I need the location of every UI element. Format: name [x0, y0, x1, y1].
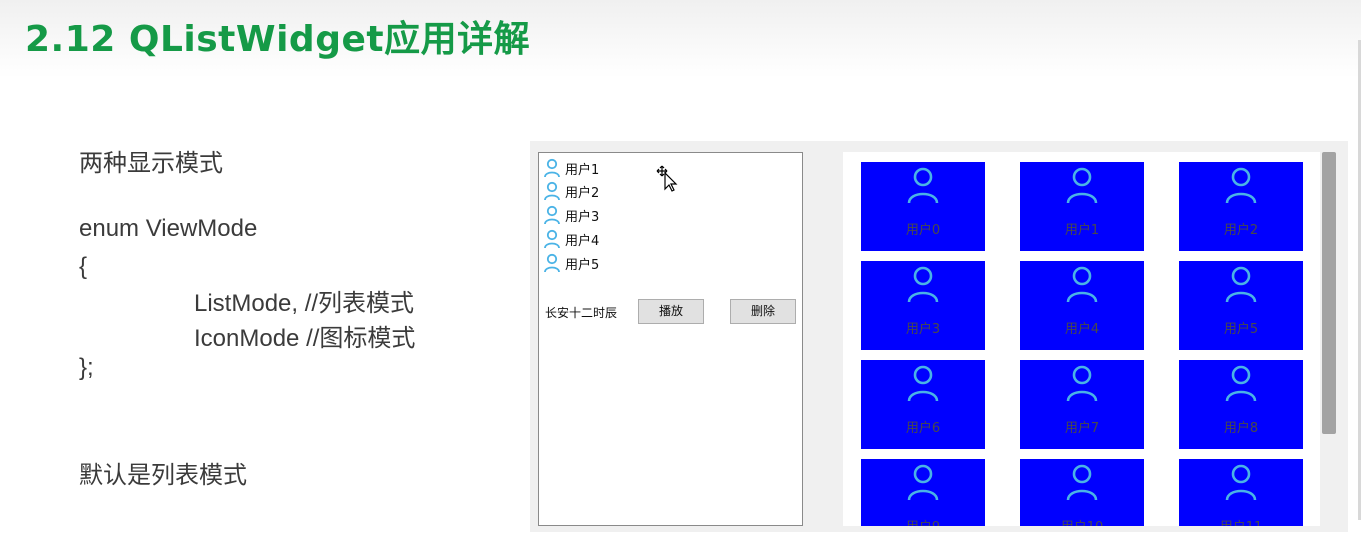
title-input[interactable]: 长安十二时辰 — [545, 303, 625, 323]
tile-label: 用户5 — [1223, 322, 1259, 337]
default-mode-note: 默认是列表模式 — [79, 461, 247, 489]
user-icon — [1066, 464, 1098, 501]
icon-tile[interactable]: 用户4 — [1020, 261, 1144, 350]
tile-label: 用户4 — [1064, 322, 1100, 337]
tile-label: 用户10 — [1020, 516, 1144, 526]
tile-label: 用户2 — [1223, 223, 1259, 238]
user-icon — [1225, 464, 1257, 501]
user-icon — [907, 365, 939, 402]
listmode-line: ListMode, //列表模式 — [194, 290, 415, 317]
list-item[interactable]: 用户5 — [543, 252, 599, 274]
slide-title: 2.12 QListWidget应用详解 — [25, 19, 531, 60]
play-button[interactable]: 播放 — [638, 299, 704, 324]
list-item-label: 用户5 — [565, 257, 600, 273]
user-icon — [1066, 167, 1098, 204]
list-item-label: 用户4 — [565, 233, 600, 249]
tile-label: 用户3 — [905, 322, 941, 337]
user-icon — [544, 158, 560, 178]
icon-tile[interactable]: 用户3 — [861, 261, 985, 350]
user-icon — [544, 253, 560, 273]
tile-label: 用户9 — [861, 516, 985, 526]
scrollbar-thumb[interactable] — [1322, 152, 1336, 434]
user-icon — [1066, 365, 1098, 402]
user-icon — [907, 266, 939, 303]
user-icon — [544, 229, 560, 249]
tile-label: 用户8 — [1223, 421, 1259, 436]
icon-tile[interactable]: 用户9 — [861, 459, 985, 526]
list-item[interactable]: 用户1 — [543, 157, 599, 179]
close-brace: }; — [79, 354, 94, 381]
move-cursor-icon — [656, 165, 678, 192]
open-brace: { — [79, 253, 88, 280]
icon-mode-list-widget[interactable]: 用户0 用户1 用户2 用户3 用户4 用户5 用户6 用户7 用户8 用户9 … — [843, 152, 1338, 526]
iconmode-line: IconMode //图标模式 — [194, 325, 416, 352]
tile-label: 用户11 — [1179, 516, 1303, 526]
icon-tile[interactable]: 用户11 — [1179, 459, 1303, 526]
icon-tile[interactable]: 用户7 — [1020, 360, 1144, 449]
icon-tile[interactable]: 用户5 — [1179, 261, 1303, 350]
icon-tile[interactable]: 用户2 — [1179, 162, 1303, 251]
icon-tile[interactable]: 用户1 — [1020, 162, 1144, 251]
tile-label: 用户0 — [905, 223, 941, 238]
tile-label: 用户7 — [1064, 421, 1100, 436]
modes-heading: 两种显示模式 — [79, 149, 223, 177]
user-icon — [1225, 365, 1257, 402]
list-widget[interactable]: 用户1 用户2 用户3 用户4 用户5 — [538, 152, 803, 526]
user-icon — [544, 205, 560, 225]
tile-label: 用户6 — [905, 421, 941, 436]
user-icon — [1225, 266, 1257, 303]
icon-tile[interactable]: 用户0 — [861, 162, 985, 251]
icon-tile[interactable]: 用户8 — [1179, 360, 1303, 449]
user-icon — [907, 167, 939, 204]
user-icon — [1225, 167, 1257, 204]
cropped-title-fragment — [590, 122, 670, 132]
list-item-label: 用户2 — [565, 185, 600, 201]
vertical-scrollbar[interactable] — [1320, 152, 1338, 526]
delete-button[interactable]: 删除 — [730, 299, 796, 324]
list-item-label: 用户3 — [565, 209, 600, 225]
user-icon — [907, 464, 939, 501]
icon-tile[interactable]: 用户6 — [861, 360, 985, 449]
list-item[interactable]: 用户4 — [543, 228, 599, 250]
icon-tile[interactable]: 用户10 — [1020, 459, 1144, 526]
tile-label: 用户1 — [1064, 223, 1100, 238]
enum-declaration: enum ViewMode — [79, 215, 258, 242]
list-item[interactable]: 用户2 — [543, 180, 599, 202]
user-icon — [544, 181, 560, 201]
user-icon — [1066, 266, 1098, 303]
list-item[interactable]: 用户3 — [543, 204, 599, 226]
list-item-label: 用户1 — [565, 162, 600, 178]
